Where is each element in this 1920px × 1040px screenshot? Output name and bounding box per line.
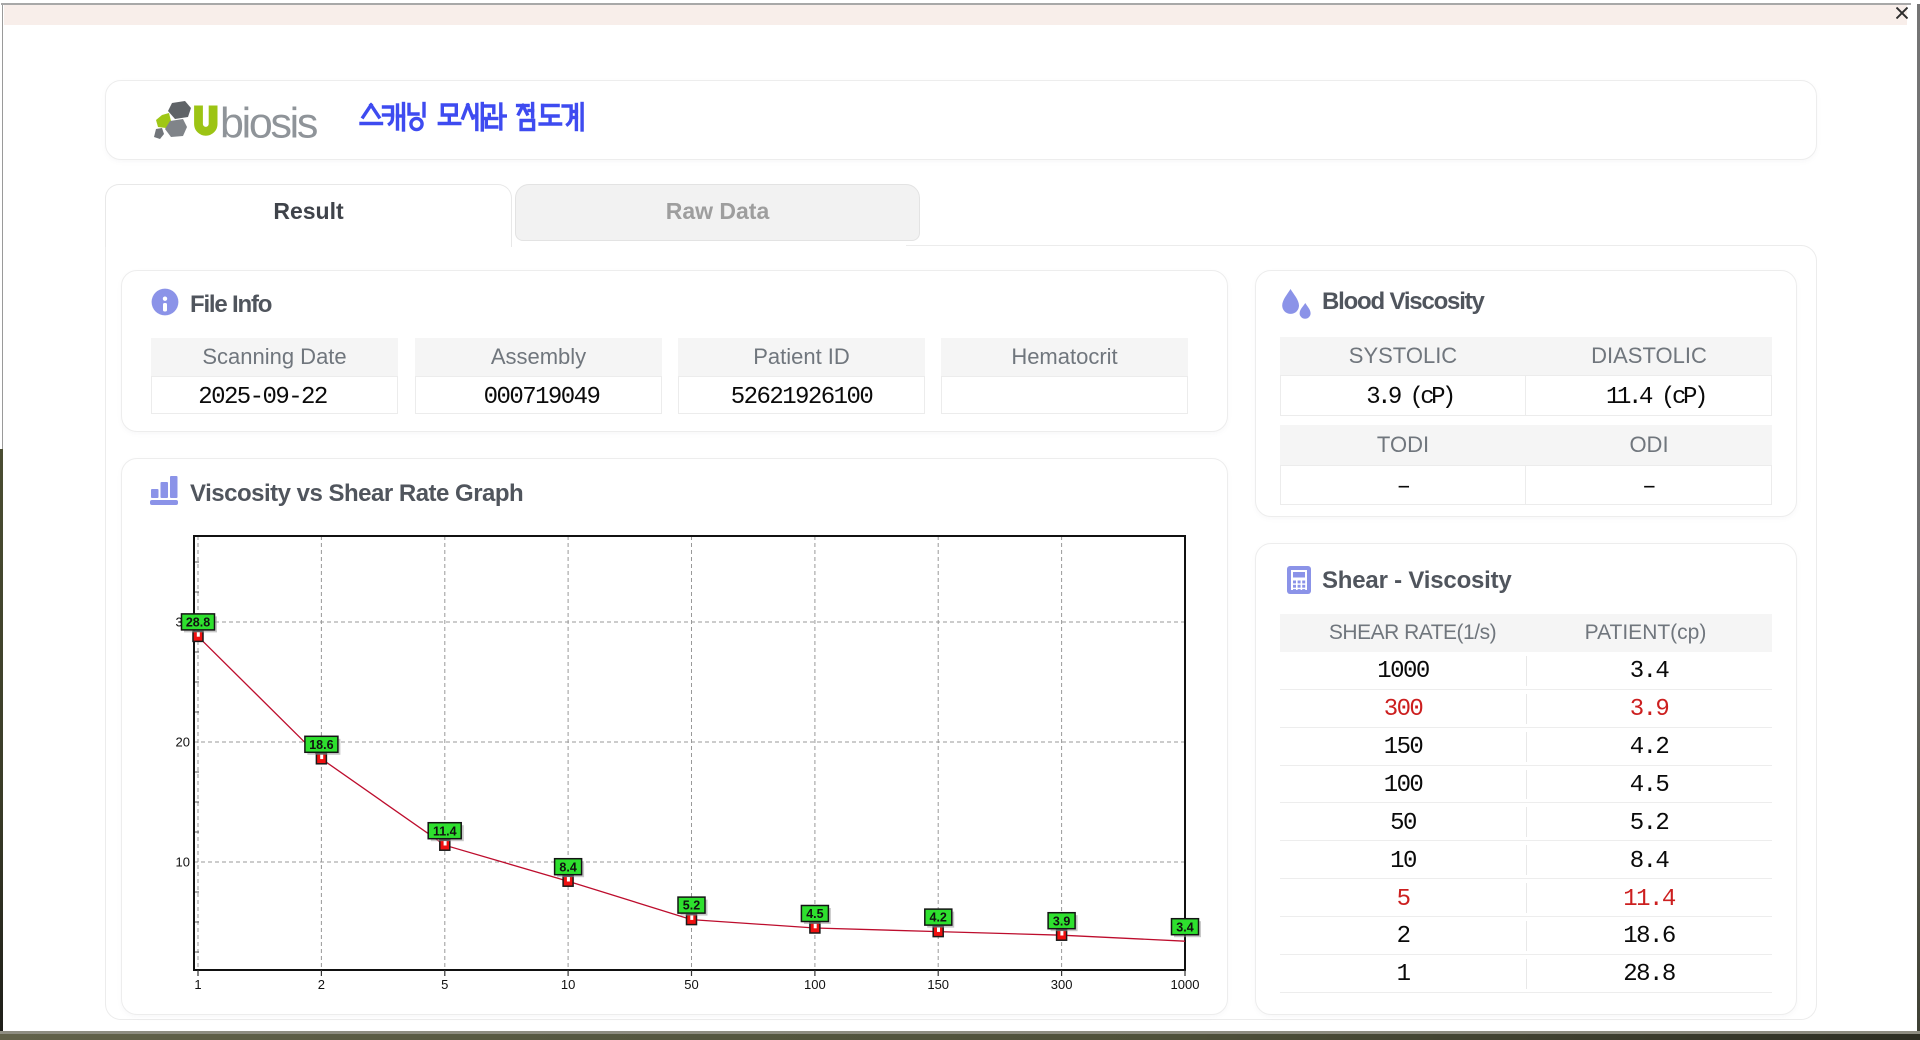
svg-text:50: 50 — [684, 977, 698, 992]
svg-text:10: 10 — [176, 855, 190, 870]
svg-text:5.2: 5.2 — [683, 899, 700, 913]
svg-text:18.6: 18.6 — [309, 738, 333, 752]
svg-text:1000: 1000 — [1171, 977, 1200, 992]
svg-text:5: 5 — [441, 977, 448, 992]
svg-text:4.2: 4.2 — [930, 911, 947, 925]
svg-text:150: 150 — [927, 977, 949, 992]
svg-text:100: 100 — [804, 977, 826, 992]
svg-text:20: 20 — [176, 735, 190, 750]
svg-text:10: 10 — [561, 977, 575, 992]
svg-text:11.4: 11.4 — [433, 824, 457, 838]
svg-text:2: 2 — [318, 977, 325, 992]
svg-text:300: 300 — [1051, 977, 1073, 992]
svg-text:1: 1 — [194, 977, 201, 992]
svg-text:biosis: biosis — [220, 100, 317, 148]
svg-text:4.5: 4.5 — [806, 907, 823, 921]
svg-text:28.8: 28.8 — [186, 616, 210, 630]
svg-text:3.4: 3.4 — [1176, 920, 1193, 934]
svg-text:3.9: 3.9 — [1053, 914, 1070, 928]
svg-text:8.4: 8.4 — [559, 860, 576, 874]
